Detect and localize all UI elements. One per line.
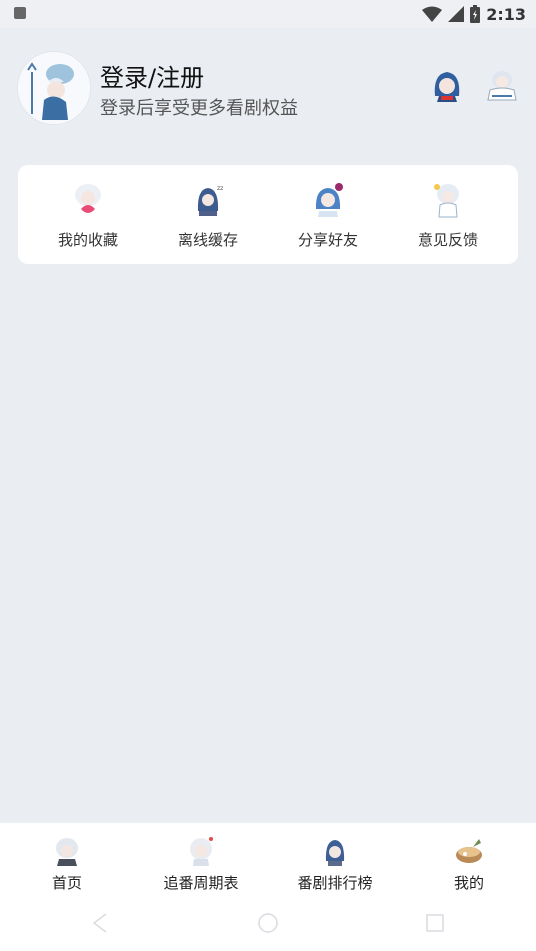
svg-text:zz: zz bbox=[217, 185, 223, 192]
share-character-icon bbox=[315, 183, 343, 217]
battery-icon bbox=[470, 5, 481, 23]
clock: 2:13 bbox=[486, 4, 526, 24]
download-character-icon: zz bbox=[197, 185, 223, 216]
system-navigation-bar bbox=[0, 898, 536, 951]
nav-home[interactable]: 首页 bbox=[0, 823, 134, 899]
home-circle-icon[interactable] bbox=[257, 912, 279, 934]
menu-label-feedback: 意见反馈 bbox=[417, 231, 478, 249]
schedule-character-icon bbox=[190, 837, 213, 866]
nav-schedule[interactable]: 追番周期表 bbox=[134, 823, 268, 899]
signal-icon bbox=[448, 6, 465, 22]
quick-menu-card: 我的收藏 zz 离线缓存 分享好友 意见反馈 bbox=[18, 165, 518, 264]
feedback-character-icon bbox=[434, 184, 459, 218]
menu-item-offline-cache[interactable]: zz 离线缓存 bbox=[148, 165, 268, 264]
back-icon[interactable] bbox=[90, 912, 112, 934]
profile-header: 登录/注册 登录后享受更多看剧权益 bbox=[0, 28, 536, 148]
profile-character-icon bbox=[456, 839, 482, 863]
menu-item-feedback[interactable]: 意见反馈 bbox=[388, 165, 508, 264]
login-register-title[interactable]: 登录/注册 bbox=[100, 58, 204, 93]
character-avatar-icon bbox=[18, 52, 90, 124]
nav-ranking-label: 番剧排行榜 bbox=[297, 874, 373, 892]
nav-schedule-label: 追番周期表 bbox=[163, 874, 239, 892]
menu-label-share: 分享好友 bbox=[297, 231, 358, 249]
home-character-icon bbox=[56, 838, 78, 866]
nav-profile[interactable]: 我的 bbox=[402, 823, 536, 899]
notification-icon bbox=[14, 7, 26, 19]
nav-ranking[interactable]: 番剧排行榜 bbox=[268, 823, 402, 899]
nav-profile-label: 我的 bbox=[453, 874, 484, 892]
recents-icon[interactable] bbox=[424, 912, 446, 934]
ranking-character-icon bbox=[325, 840, 345, 866]
menu-label-offline-cache: 离线缓存 bbox=[177, 231, 238, 249]
login-subtitle: 登录后享受更多看剧权益 bbox=[100, 98, 298, 119]
favorite-character-icon bbox=[75, 184, 101, 213]
menu-item-favorites[interactable]: 我的收藏 bbox=[28, 165, 148, 264]
menu-label-favorites: 我的收藏 bbox=[57, 231, 118, 249]
character-sitting-icon[interactable] bbox=[482, 66, 522, 106]
status-bar: 2:13 bbox=[0, 0, 536, 28]
nav-home-label: 首页 bbox=[51, 874, 82, 892]
character-hood-icon[interactable] bbox=[427, 66, 467, 106]
bottom-navigation: 首页 追番周期表 番剧排行榜 我的 bbox=[0, 822, 536, 899]
wifi-icon bbox=[422, 6, 443, 22]
menu-item-share[interactable]: 分享好友 bbox=[268, 165, 388, 264]
avatar[interactable] bbox=[17, 51, 91, 125]
